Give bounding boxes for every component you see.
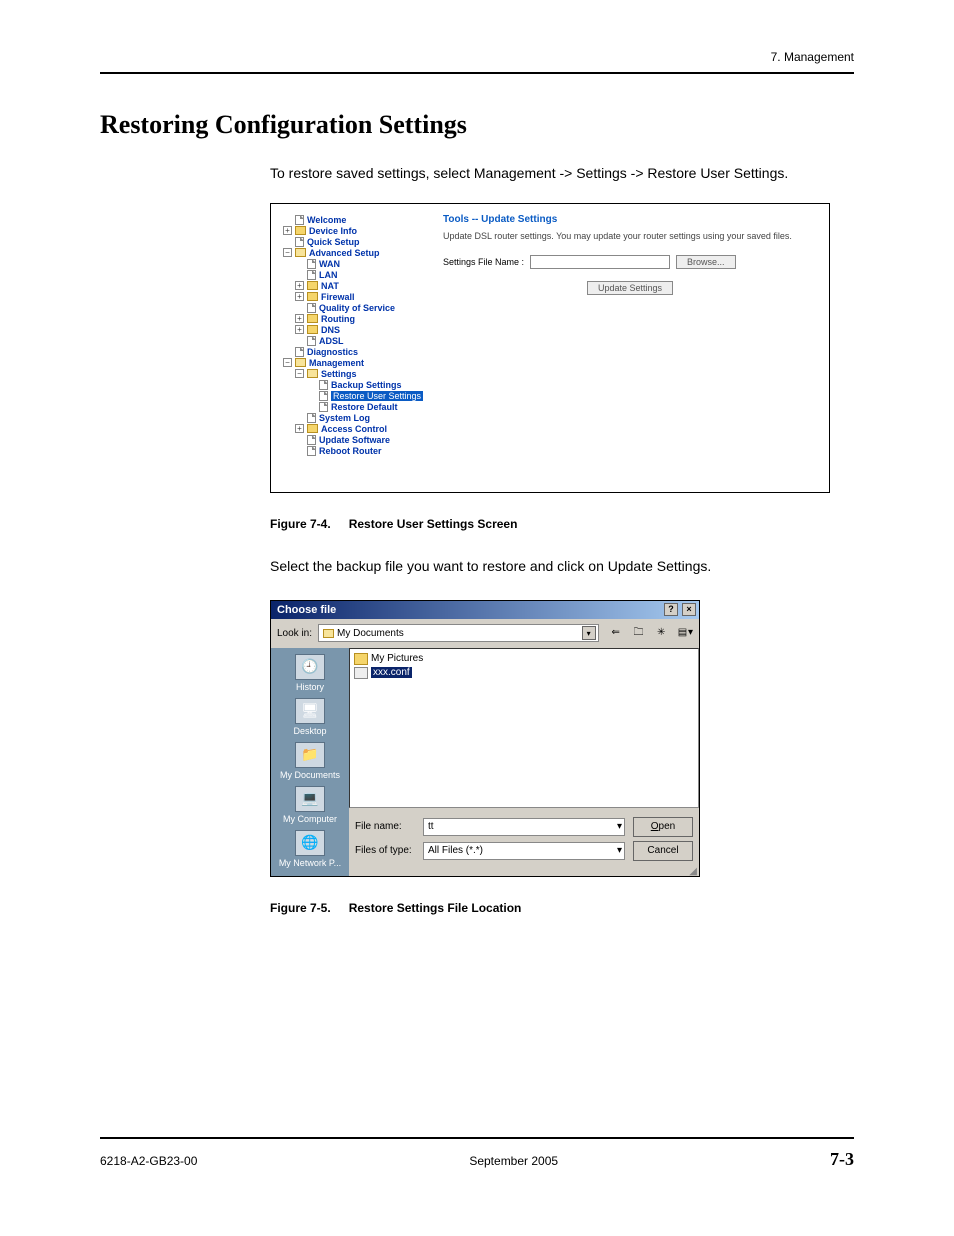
chevron-down-icon[interactable]: ▾: [582, 626, 596, 640]
dialog-titlebar: Choose file ? ×: [271, 601, 699, 619]
header-rule: [100, 72, 854, 74]
up-folder-icon[interactable]: 🗀: [629, 625, 647, 643]
nav-reboot[interactable]: Reboot Router: [319, 446, 382, 456]
nav-tree: Welcome +Device Info Quick Setup −Advanc…: [283, 214, 423, 457]
file-item-folder[interactable]: My Pictures: [354, 653, 694, 665]
nav-diagnostics[interactable]: Diagnostics: [307, 347, 358, 357]
nav-restore-default[interactable]: Restore Default: [331, 402, 398, 412]
nav-dns[interactable]: DNS: [321, 325, 340, 335]
footer-date: September 2005: [469, 1154, 558, 1168]
place-mycomputer[interactable]: 💻My Computer: [283, 786, 337, 824]
page-footer: 6218-A2-GB23-00 September 2005 7-3: [100, 1137, 854, 1170]
nav-routing[interactable]: Routing: [321, 314, 355, 324]
cancel-button[interactable]: Cancel: [633, 841, 693, 861]
nav-wan[interactable]: WAN: [319, 259, 340, 269]
nav-adsl[interactable]: ADSL: [319, 336, 344, 346]
place-mydocs[interactable]: 📁My Documents: [280, 742, 340, 780]
help-button[interactable]: ?: [664, 603, 678, 616]
nav-system-log[interactable]: System Log: [319, 413, 370, 423]
nav-device-info[interactable]: Device Info: [309, 226, 357, 236]
chevron-down-icon[interactable]: ▾: [617, 821, 622, 832]
nav-advanced-setup[interactable]: Advanced Setup: [309, 248, 380, 258]
nav-settings[interactable]: Settings: [321, 369, 357, 379]
update-settings-button[interactable]: Update Settings: [587, 281, 673, 295]
nav-quick-setup[interactable]: Quick Setup: [307, 237, 360, 247]
file-label: Settings File Name :: [443, 257, 524, 267]
places-bar: 🕘History 🖥Desktop 📁My Documents 💻My Comp…: [271, 648, 349, 876]
filename-label: File name:: [355, 821, 415, 832]
place-desktop[interactable]: 🖥Desktop: [293, 698, 326, 736]
panel-desc: Update DSL router settings. You may upda…: [443, 231, 817, 241]
chevron-down-icon[interactable]: ▾: [617, 845, 622, 856]
filetype-label: Files of type:: [355, 845, 415, 856]
nav-lan[interactable]: LAN: [319, 270, 338, 280]
lookin-label: Look in:: [277, 628, 312, 639]
place-mynetwork[interactable]: 🌐My Network P...: [279, 830, 341, 868]
lookin-combo[interactable]: My Documents ▾: [318, 624, 599, 642]
settings-file-input[interactable]: [530, 255, 670, 269]
choose-file-dialog: Choose file ? × Look in: My Documents ▾ …: [270, 600, 700, 877]
router-screenshot: Welcome +Device Info Quick Setup −Advanc…: [270, 203, 830, 493]
nav-nat[interactable]: NAT: [321, 281, 339, 291]
section-title: Restoring Configuration Settings: [100, 110, 854, 140]
file-item-selected[interactable]: xxx.conf: [354, 667, 694, 679]
close-button[interactable]: ×: [682, 603, 696, 616]
filetype-field[interactable]: All Files (*.*) ▾: [423, 842, 625, 860]
file-listing[interactable]: My Pictures xxx.conf: [349, 648, 699, 808]
intro-paragraph: To restore saved settings, select Manage…: [270, 164, 854, 183]
page-number: 7-3: [830, 1149, 854, 1170]
nav-management[interactable]: Management: [309, 358, 364, 368]
nav-firewall[interactable]: Firewall: [321, 292, 355, 302]
nav-qos[interactable]: Quality of Service: [319, 303, 395, 313]
nav-restore-user[interactable]: Restore User Settings: [331, 391, 423, 401]
new-folder-icon[interactable]: ✳: [652, 624, 670, 642]
dialog-title: Choose file: [277, 604, 336, 616]
nav-update-software[interactable]: Update Software: [319, 435, 390, 445]
back-icon[interactable]: ⇐: [607, 624, 625, 642]
nav-welcome[interactable]: Welcome: [307, 215, 346, 225]
chapter-header: 7. Management: [100, 50, 854, 64]
view-menu-icon[interactable]: ▤▾: [675, 624, 693, 642]
nav-backup[interactable]: Backup Settings: [331, 380, 402, 390]
resize-grip-icon[interactable]: ◢: [349, 868, 699, 876]
open-button[interactable]: Open: [633, 817, 693, 837]
nav-access-control[interactable]: Access Control: [321, 424, 387, 434]
browse-button[interactable]: Browse...: [676, 255, 736, 269]
doc-id: 6218-A2-GB23-00: [100, 1154, 197, 1168]
figure-7-4-caption: Figure 7-4.Restore User Settings Screen: [270, 517, 854, 531]
filename-field[interactable]: tt ▾: [423, 818, 625, 836]
figure-7-5-caption: Figure 7-5.Restore Settings File Locatio…: [270, 901, 854, 915]
panel-title: Tools -- Update Settings: [443, 214, 817, 225]
mid-paragraph: Select the backup file you want to resto…: [270, 557, 854, 576]
place-history[interactable]: 🕘History: [295, 654, 325, 692]
